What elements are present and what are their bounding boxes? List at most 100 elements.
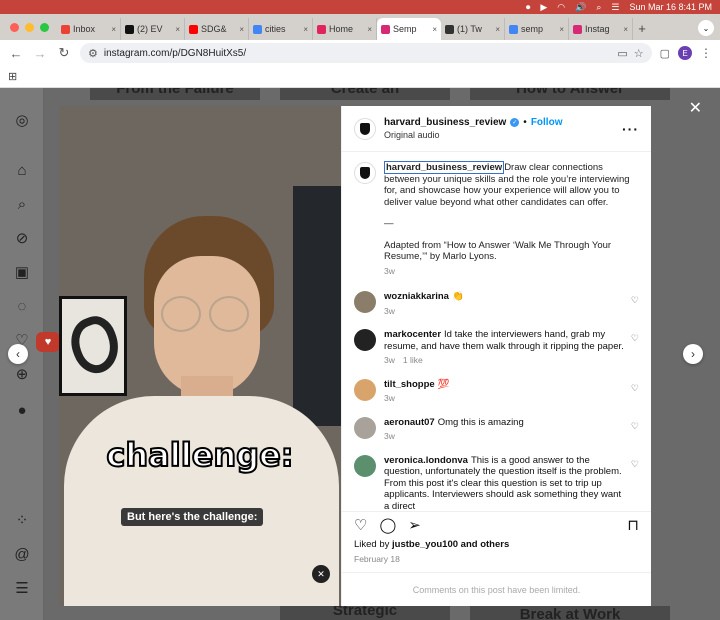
create-icon[interactable]: ⊕ [12, 364, 32, 384]
tab-close-icon[interactable]: × [175, 25, 180, 34]
like-icon[interactable]: ♡ [354, 516, 367, 534]
comment-like-icon[interactable]: ♡ [631, 333, 639, 344]
comment-icon[interactable]: ◯ [379, 516, 396, 534]
forward-icon[interactable]: → [32, 46, 48, 61]
browser-tab[interactable]: cities × [249, 18, 313, 40]
post-author[interactable]: harvard_business_review [384, 117, 506, 128]
person-sweater [64, 396, 339, 606]
record-icon[interactable]: ⏺ [526, 0, 531, 14]
notification-badge-icon[interactable]: ♥ [36, 332, 60, 352]
maximize-window-button[interactable] [40, 23, 49, 32]
comment-like-icon[interactable]: ♡ [631, 295, 639, 306]
reload-icon[interactable]: ↻ [56, 45, 72, 61]
address-bar[interactable]: ⚙ instagram.com/p/DGN8HuitXs5/ ▭ ☆ [80, 43, 652, 63]
tab-close-icon[interactable]: × [303, 25, 308, 34]
comment-like-icon[interactable]: ♡ [631, 459, 639, 470]
reels-icon[interactable]: ▣ [12, 262, 32, 282]
mute-icon[interactable]: ✕ [312, 565, 330, 583]
explore-icon[interactable]: ⊘ [12, 228, 32, 248]
control-center-icon[interactable]: ☰ [611, 0, 619, 14]
back-icon[interactable]: ← [8, 46, 24, 61]
tab-label: Home [329, 24, 354, 34]
more-options-icon[interactable]: ··· [622, 121, 639, 137]
comment-like-icon[interactable]: ♡ [631, 383, 639, 394]
profile-avatar[interactable]: E [678, 46, 692, 60]
audio-label[interactable]: Original audio [384, 130, 562, 140]
likes-others[interactable]: and others [461, 539, 510, 550]
commenter-avatar[interactable] [354, 454, 376, 477]
tab-search-button[interactable]: ⌄ [698, 20, 714, 36]
commenter-avatar[interactable] [354, 378, 376, 401]
browser-tab[interactable]: semp × [505, 18, 569, 40]
comment-age: 3w [384, 305, 395, 316]
spotlight-icon[interactable]: ⌕ [596, 0, 601, 14]
previous-post-button[interactable]: ‹ [8, 344, 28, 364]
caption-author[interactable]: harvard_business_review [384, 161, 505, 174]
tab-close-icon[interactable]: × [623, 25, 628, 34]
volume-icon[interactable]: 🔊 [575, 0, 586, 14]
commenter-username[interactable]: wozniakkarina [384, 291, 449, 302]
tab-close-icon[interactable]: × [239, 25, 244, 34]
tab-close-icon[interactable]: × [559, 25, 564, 34]
follow-button[interactable]: Follow [531, 117, 563, 128]
glasses-right [209, 296, 249, 332]
hbr-avatar[interactable] [354, 117, 376, 140]
new-tab-button[interactable]: + [633, 18, 651, 40]
reel-video[interactable]: challenge: But here's the challenge: ✕ [59, 106, 341, 606]
comment-like-icon[interactable]: ♡ [631, 421, 639, 432]
close-window-button[interactable] [10, 23, 19, 32]
meta-apps-icon[interactable]: ⁘ [12, 510, 32, 530]
browser-tab[interactable]: Semp × [377, 18, 441, 40]
post-modal: challenge: But here's the challenge: ✕ h… [59, 106, 651, 606]
browser-tab[interactable]: SDG& × [185, 18, 249, 40]
apps-grid-icon[interactable]: ⊞ [8, 70, 17, 83]
tab-favicon-icon [317, 24, 326, 34]
profile-icon[interactable]: ● [12, 400, 32, 420]
next-post-button[interactable]: › [683, 344, 703, 364]
more-menu-icon[interactable]: ☰ [12, 578, 32, 598]
minimize-window-button[interactable] [25, 23, 34, 32]
close-modal-icon[interactable]: ✕ [689, 98, 702, 118]
liked-by-user[interactable]: justbe_you100 [392, 539, 458, 550]
browser-tab[interactable]: (2) EV × [121, 18, 185, 40]
play-icon[interactable]: ▶ [540, 0, 547, 14]
commenter-username[interactable]: aeronaut07 [384, 417, 435, 428]
comment-like-count[interactable]: 1 like [403, 355, 423, 367]
save-icon[interactable]: ⊓ [627, 516, 639, 534]
menubar-clock[interactable]: Sun Mar 16 8:41 PM [629, 0, 712, 14]
comment-item: veronica.londonva This is a good answer t… [354, 454, 639, 511]
home-icon[interactable]: ⌂ [12, 160, 32, 180]
tab-favicon-icon [253, 24, 262, 34]
browser-menu-icon[interactable]: ⋮ [700, 46, 712, 60]
wifi-icon[interactable]: ◠ [557, 0, 565, 14]
instagram-logo-icon[interactable]: ◎ [12, 110, 32, 130]
tab-close-icon[interactable]: × [432, 25, 437, 34]
commenter-username[interactable]: markocenter [384, 329, 441, 340]
browser-tab[interactable]: Instag × [569, 18, 633, 40]
comment-text: Omg this is amazing [437, 416, 524, 428]
hbr-avatar[interactable] [354, 162, 376, 184]
bookmark-star-icon[interactable]: ☆ [634, 47, 644, 60]
post-header: harvard_business_review ✓ • Follow Origi… [342, 106, 651, 152]
commenter-username[interactable]: tilt_shoppe [384, 379, 435, 390]
browser-tab[interactable]: (1) Tw × [441, 18, 505, 40]
commenter-username[interactable]: veronica.londonva [384, 455, 468, 466]
caption-age: 3w [384, 265, 395, 276]
commenter-avatar[interactable] [354, 291, 376, 313]
search-icon[interactable]: ⌕ [12, 194, 32, 214]
browser-tab[interactable]: Inbox × [57, 18, 121, 40]
share-icon[interactable]: ➢ [408, 516, 421, 534]
extensions-icon[interactable]: ▢ [660, 47, 670, 60]
threads-icon[interactable]: @ [12, 544, 32, 564]
browser-tab[interactable]: Home × [313, 18, 377, 40]
commenter-avatar[interactable] [354, 416, 376, 439]
commenter-avatar[interactable] [354, 329, 376, 351]
site-info-icon[interactable]: ⚙ [88, 47, 98, 60]
messages-icon[interactable]: ◌ [12, 296, 32, 316]
tab-close-icon[interactable]: × [367, 25, 372, 34]
cast-icon[interactable]: ▭ [617, 47, 627, 60]
tab-close-icon[interactable]: × [111, 25, 116, 34]
url-text[interactable]: instagram.com/p/DGN8HuitXs5/ [104, 48, 246, 59]
comments-list[interactable]: harvard_business_review Draw clear connec… [342, 152, 651, 511]
tab-close-icon[interactable]: × [495, 25, 500, 34]
